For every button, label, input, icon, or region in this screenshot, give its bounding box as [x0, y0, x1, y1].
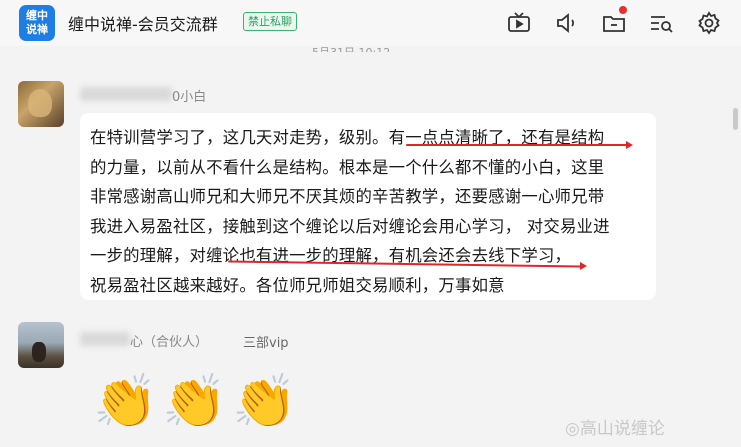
avatar[interactable] — [18, 322, 64, 368]
blurred-sender-name — [80, 87, 172, 101]
message-line: 我进入易盈社区，接触到这个缠论以后对缠论会用心学习， 对交易业进 — [90, 216, 610, 236]
gear-icon[interactable] — [696, 10, 722, 36]
message-line: 的力量，以前从不看什么是结构。根本是一个什么都不懂的小白，这里 — [90, 157, 605, 177]
avatar[interactable] — [18, 81, 64, 127]
sender-name: 0小白 — [172, 90, 207, 105]
message-bubble[interactable]: 在特训营学习了，这几天对走势，级别。有一点点清晰了，还有是结构 的力量，以前从不… — [80, 113, 656, 300]
underline-arrow — [580, 262, 587, 270]
tv-icon[interactable] — [506, 10, 532, 36]
blurred-sender-name — [80, 332, 130, 346]
chat-window: 缠中说禅 缠中说禅-会员交流群 禁止私聊 5月31日 10:12 0小白 在特训… — [0, 0, 741, 447]
underline-arrow — [626, 141, 633, 149]
list-search-icon[interactable] — [648, 10, 674, 36]
clapping-hands-emoji: 👏 — [232, 372, 297, 432]
chat-title: 缠中说禅-会员交流群 — [68, 15, 218, 34]
clapping-hands-emoji: 👏 — [93, 372, 158, 432]
group-logo[interactable]: 缠中 说禅 — [19, 5, 55, 41]
sender-name: 心（合伙人） — [130, 335, 209, 350]
message-line: 在特训营学习了，这几天对走势，级别。有一点点清晰了，还有是结构 — [90, 128, 605, 147]
chat-header: 缠中 说禅 缠中说禅-会员交流群 禁止私聊 — [0, 0, 741, 46]
scrollbar-thumb[interactable] — [733, 108, 738, 130]
message-timestamp: 5月31日 10:12 — [312, 44, 390, 52]
notification-dot — [619, 6, 627, 14]
speaker-icon[interactable] — [553, 10, 579, 36]
clapping-hands-emoji: 👏 — [162, 372, 227, 432]
message-line: 非常感谢高山师兄和大师兄不厌其烦的辛苦教学，还要感谢一心师兄带 — [90, 187, 605, 206]
watermark: ◎高山说缠论 — [565, 419, 665, 439]
red-underline — [406, 144, 628, 146]
no-private-chat-badge: 禁止私聊 — [243, 12, 297, 31]
message-line: 祝易盈社区越来越好。各位师兄师姐交易顺利，万事如意 — [90, 275, 505, 295]
member-tag: 三部vip — [243, 336, 289, 351]
